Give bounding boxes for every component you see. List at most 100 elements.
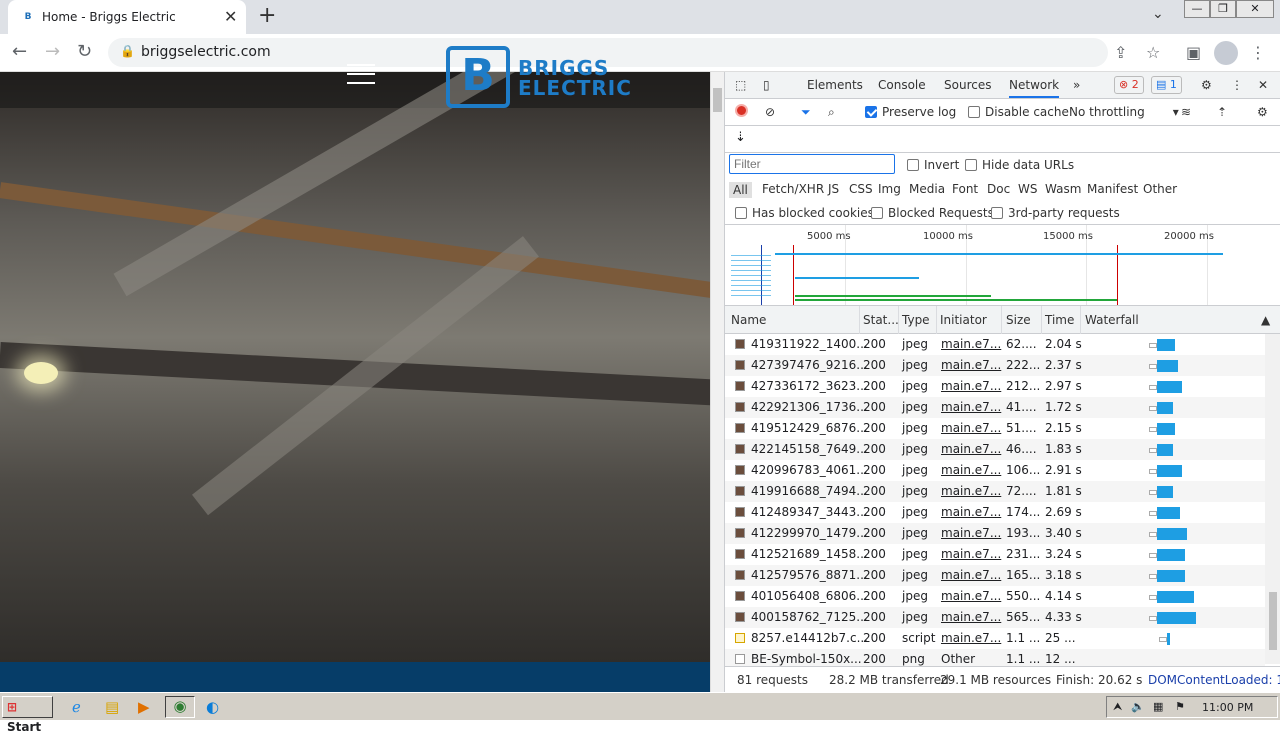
- type-filter-ws[interactable]: WS: [1018, 182, 1037, 196]
- table-row[interactable]: 419311922_1400... 200 jpeg main.e7... 62....…: [725, 334, 1265, 355]
- request-initiator[interactable]: main.e7...: [941, 631, 1001, 645]
- table-row[interactable]: 419916688_7494... 200 jpeg main.e7... 72....…: [725, 481, 1265, 502]
- restore-button[interactable]: ❐: [1210, 0, 1236, 18]
- new-tab-icon[interactable]: +: [258, 3, 276, 28]
- request-initiator[interactable]: main.e7...: [941, 421, 1001, 435]
- request-initiator[interactable]: Other: [941, 652, 975, 666]
- table-scrollbar-thumb[interactable]: [1269, 592, 1277, 650]
- back-icon[interactable]: ←: [12, 41, 27, 62]
- col-name[interactable]: Name: [731, 313, 766, 327]
- disable-cache-checkbox[interactable]: Disable cache: [968, 105, 1069, 119]
- filter-input[interactable]: [729, 154, 895, 174]
- col-status[interactable]: Stat...: [863, 313, 899, 327]
- request-initiator[interactable]: main.e7...: [941, 589, 1001, 603]
- bookmark-star-icon[interactable]: ☆: [1146, 43, 1160, 62]
- request-name[interactable]: 419916688_7494...: [751, 484, 868, 498]
- type-filter-other[interactable]: Other: [1143, 182, 1177, 196]
- messages-badge[interactable]: ▤ 1: [1151, 76, 1182, 94]
- request-initiator[interactable]: main.e7...: [941, 337, 1001, 351]
- type-filter-manifest[interactable]: Manifest: [1087, 182, 1138, 196]
- col-type[interactable]: Type: [902, 313, 930, 327]
- volume-icon[interactable]: 🔈: [1131, 700, 1145, 713]
- has-blocked-cookies-checkbox[interactable]: Has blocked cookies: [735, 206, 874, 220]
- request-initiator[interactable]: main.e7...: [941, 505, 1001, 519]
- export-har-icon[interactable]: ⇣: [735, 130, 746, 145]
- invert-checkbox[interactable]: Invert: [907, 158, 959, 172]
- tab-elements[interactable]: Elements: [807, 78, 863, 92]
- blocked-requests-checkbox[interactable]: Blocked Requests: [871, 206, 994, 220]
- type-filter-fetch-xhr[interactable]: Fetch/XHR: [762, 182, 824, 196]
- type-filter-doc[interactable]: Doc: [987, 182, 1010, 196]
- request-name[interactable]: 427336172_3623...: [751, 379, 868, 393]
- network-icon[interactable]: ▦: [1153, 700, 1163, 713]
- table-row[interactable]: 412299970_1479... 200 jpeg main.e7... 193...…: [725, 523, 1265, 544]
- network-settings-icon[interactable]: ⚙: [1257, 105, 1268, 119]
- tab-sources[interactable]: Sources: [944, 78, 991, 92]
- request-initiator[interactable]: main.e7...: [941, 358, 1001, 372]
- type-filter-wasm[interactable]: Wasm: [1045, 182, 1081, 196]
- request-name[interactable]: 412299970_1479...: [751, 526, 868, 540]
- sort-up-icon[interactable]: ▲: [1261, 313, 1270, 327]
- menu-icon[interactable]: ⋮: [1250, 43, 1266, 62]
- more-tabs-icon[interactable]: »: [1073, 78, 1080, 92]
- type-filter-font[interactable]: Font: [952, 182, 978, 196]
- network-conditions-icon[interactable]: ≋: [1181, 105, 1191, 119]
- edge-icon[interactable]: ◐: [206, 698, 219, 716]
- close-devtools-icon[interactable]: ✕: [1258, 78, 1268, 92]
- profile-avatar[interactable]: [1214, 41, 1238, 65]
- import-har-icon[interactable]: ⇡: [1217, 105, 1227, 119]
- request-name[interactable]: 419311922_1400...: [751, 337, 868, 351]
- table-row[interactable]: 401056408_6806... 200 jpeg main.e7... 550...…: [725, 586, 1265, 607]
- media-player-icon[interactable]: ▶: [138, 698, 150, 716]
- col-time[interactable]: Time: [1045, 313, 1074, 327]
- table-row[interactable]: 422145158_7649... 200 jpeg main.e7... 46....…: [725, 439, 1265, 460]
- col-initiator[interactable]: Initiator: [940, 313, 987, 327]
- request-initiator[interactable]: main.e7...: [941, 610, 1001, 624]
- tray-arrow-icon[interactable]: ⮝: [1113, 700, 1122, 714]
- request-initiator[interactable]: main.e7...: [941, 568, 1001, 582]
- col-size[interactable]: Size: [1006, 313, 1031, 327]
- side-panel-icon[interactable]: ▣: [1186, 43, 1201, 62]
- type-filter-css[interactable]: CSS: [849, 182, 873, 196]
- more-options-icon[interactable]: ⋮: [1231, 78, 1243, 92]
- tab-network[interactable]: Network: [1009, 78, 1060, 98]
- request-initiator[interactable]: main.e7...: [941, 526, 1001, 540]
- record-icon[interactable]: [735, 104, 748, 117]
- flag-icon[interactable]: ⚑: [1175, 700, 1185, 713]
- scrollbar-thumb[interactable]: [713, 88, 722, 112]
- preserve-log-checkbox[interactable]: Preserve log: [865, 105, 956, 119]
- request-name[interactable]: 400158762_7125...: [751, 610, 868, 624]
- close-window-button[interactable]: ✕: [1236, 0, 1274, 18]
- request-initiator[interactable]: main.e7...: [941, 547, 1001, 561]
- table-row[interactable]: 412579576_8871... 200 jpeg main.e7... 165...…: [725, 565, 1265, 586]
- table-row[interactable]: 8257.e14412b7.c... 200 script main.e7... 1.1…: [725, 628, 1265, 649]
- request-name[interactable]: 412579576_8871...: [751, 568, 868, 582]
- url-text[interactable]: briggselectric.com: [141, 44, 271, 60]
- tab-console[interactable]: Console: [878, 78, 926, 92]
- table-row[interactable]: 412489347_3443... 200 jpeg main.e7... 174...…: [725, 502, 1265, 523]
- request-name[interactable]: 427397476_9216...: [751, 358, 868, 372]
- briggs-electric-logo[interactable]: B BRIGGS ELECTRIC: [446, 46, 661, 110]
- request-initiator[interactable]: main.e7...: [941, 400, 1001, 414]
- request-name[interactable]: 420996783_4061...: [751, 463, 868, 477]
- network-overview[interactable]: 5000 ms 10000 ms 15000 ms 20000 ms: [725, 224, 1280, 306]
- request-name[interactable]: 401056408_6806...: [751, 589, 868, 603]
- browser-tab[interactable]: B Home - Briggs Electric ✕: [8, 0, 246, 34]
- request-initiator[interactable]: main.e7...: [941, 442, 1001, 456]
- ie-icon[interactable]: ℯ: [72, 698, 81, 716]
- table-row[interactable]: 419512429_6876... 200 jpeg main.e7... 51....…: [725, 418, 1265, 439]
- table-scrollbar[interactable]: [1265, 334, 1280, 664]
- table-row[interactable]: 422921306_1736... 200 jpeg main.e7... 41....…: [725, 397, 1265, 418]
- table-row[interactable]: 427397476_9216... 200 jpeg main.e7... 222...…: [725, 355, 1265, 376]
- page-scrollbar[interactable]: [710, 72, 724, 692]
- filter-icon[interactable]: ⏷: [801, 105, 811, 120]
- minimize-button[interactable]: —: [1184, 0, 1210, 18]
- chrome-taskbar-icon[interactable]: ◉: [165, 696, 195, 718]
- tab-search-icon[interactable]: ⌄: [1152, 6, 1164, 22]
- col-waterfall[interactable]: Waterfall: [1085, 313, 1139, 327]
- device-toolbar-icon[interactable]: ▯: [763, 78, 770, 92]
- request-initiator[interactable]: main.e7...: [941, 484, 1001, 498]
- settings-icon[interactable]: ⚙: [1201, 78, 1212, 92]
- type-filter-js[interactable]: JS: [828, 182, 839, 196]
- errors-badge[interactable]: ⊗ 2: [1114, 76, 1144, 94]
